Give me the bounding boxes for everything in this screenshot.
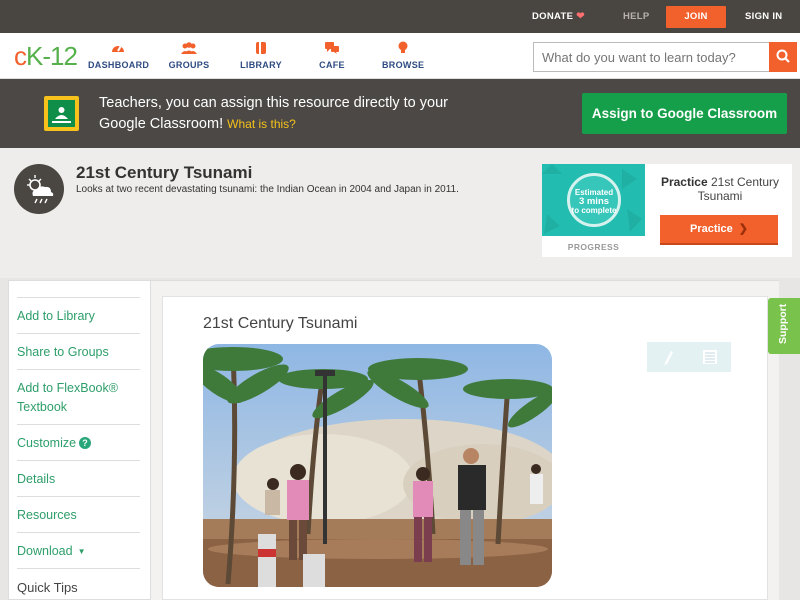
support-label: Support [777, 303, 789, 344]
nav-browse[interactable]: BROWSE [382, 40, 424, 70]
library-icon [256, 42, 266, 54]
practice-title: Practice 21st Century Tsunami [652, 175, 788, 203]
weather-icon [14, 164, 64, 214]
practice-button-label: Practice [689, 223, 733, 235]
notes-icon [703, 350, 717, 364]
pencil-icon [664, 351, 673, 365]
customize-label: Customize [17, 436, 77, 450]
resource-title: 21st Century Tsunami [76, 163, 253, 182]
resource-header: 21st Century Tsunami Looks at two recent… [0, 148, 800, 278]
main-nav: cK-12 DASHBOARD GROUPS LIBRARY CAFE BROW… [0, 33, 800, 79]
sidebar-resources[interactable]: Resources [17, 496, 140, 525]
left-sidebar: Add to Library Share to Groups Add to Fl… [8, 280, 151, 600]
assign-to-google-classroom-button[interactable]: Assign to Google Classroom [582, 93, 787, 134]
practice-button[interactable]: Practice ❯ [660, 215, 778, 245]
cafe-icon [325, 42, 339, 54]
caret-down-icon: ▼ [77, 547, 86, 556]
logo-k: K [26, 41, 43, 71]
what-is-this-link[interactable]: What is this? [227, 117, 296, 131]
search-input[interactable] [534, 43, 770, 71]
google-classroom-icon [44, 96, 79, 131]
sidebar-download[interactable]: Download ▼ [17, 532, 140, 561]
donate-link[interactable]: DONATE ❤ [532, 0, 585, 33]
estimated-time: Estimated 3 mins to complete [570, 188, 618, 215]
content-title: 21st Century Tsunami [203, 315, 358, 332]
nav-browse-label: BROWSE [382, 60, 425, 70]
practice-title-rest: 21st Century Tsunami [697, 175, 780, 203]
groups-icon [181, 42, 197, 54]
estimated-suffix: to complete [571, 206, 617, 215]
logo-number: 12 [50, 41, 78, 71]
nav-cafe-label: CAFE [319, 60, 345, 70]
sidebar-details[interactable]: Details [17, 460, 140, 489]
progress-art: Estimated 3 mins to complete [542, 164, 645, 236]
search-box [533, 42, 797, 72]
nav-dashboard[interactable]: DASHBOARD [88, 40, 150, 70]
practice-card: Estimated 3 mins to complete PROGRESS Pr… [542, 164, 792, 257]
heart-icon: ❤ [576, 11, 585, 22]
nav-groups-label: GROUPS [168, 60, 210, 70]
sidebar-quick-tips[interactable]: Quick Tips [17, 568, 140, 597]
nav-library[interactable]: LIBRARY [240, 40, 282, 70]
progress-ring: Estimated 3 mins to complete [567, 173, 621, 227]
help-icon[interactable]: ? [79, 437, 92, 449]
content-tools [647, 342, 731, 372]
top-utility-bar: DONATE ❤ HELP JOIN SIGN IN [0, 0, 800, 33]
resource-description: Looks at two recent devastating tsunami:… [76, 184, 459, 195]
nav-cafe[interactable]: CAFE [318, 40, 346, 70]
chevron-right-icon: ❯ [738, 223, 749, 235]
google-classroom-banner: Teachers, you can assign this resource d… [0, 79, 800, 148]
ck12-logo[interactable]: cK-12 [14, 41, 78, 72]
nav-dashboard-label: DASHBOARD [88, 60, 150, 70]
notes-button[interactable] [689, 342, 731, 372]
help-link[interactable]: HELP [623, 0, 650, 33]
progress-label: PROGRESS [567, 242, 620, 252]
sidebar-add-to-library[interactable]: Add to Library [17, 297, 140, 326]
browse-icon [398, 41, 408, 53]
sidebar-share-to-groups[interactable]: Share to Groups [17, 333, 140, 362]
nav-groups[interactable]: GROUPS [166, 40, 212, 70]
annotate-button[interactable] [647, 342, 689, 372]
dashboard-icon [112, 46, 124, 52]
sign-in-link[interactable]: SIGN IN [745, 0, 782, 33]
banner-message: Teachers, you can assign this resource d… [99, 93, 479, 135]
search-button[interactable] [769, 42, 797, 72]
tsunami-photo [203, 344, 552, 587]
sidebar-customize[interactable]: Customize? [17, 424, 140, 453]
logo-c: c [14, 41, 27, 71]
support-tab[interactable]: Support [768, 298, 800, 354]
nav-library-label: LIBRARY [240, 60, 282, 70]
donate-label: DONATE [532, 11, 574, 22]
practice-title-bold: Practice [660, 175, 708, 189]
logo-dash: - [42, 41, 51, 71]
download-label: Download [17, 544, 73, 558]
join-button[interactable]: JOIN [666, 6, 726, 28]
sidebar-add-to-flexbook[interactable]: Add to FlexBook® Textbook [17, 369, 140, 417]
search-icon [776, 49, 790, 63]
